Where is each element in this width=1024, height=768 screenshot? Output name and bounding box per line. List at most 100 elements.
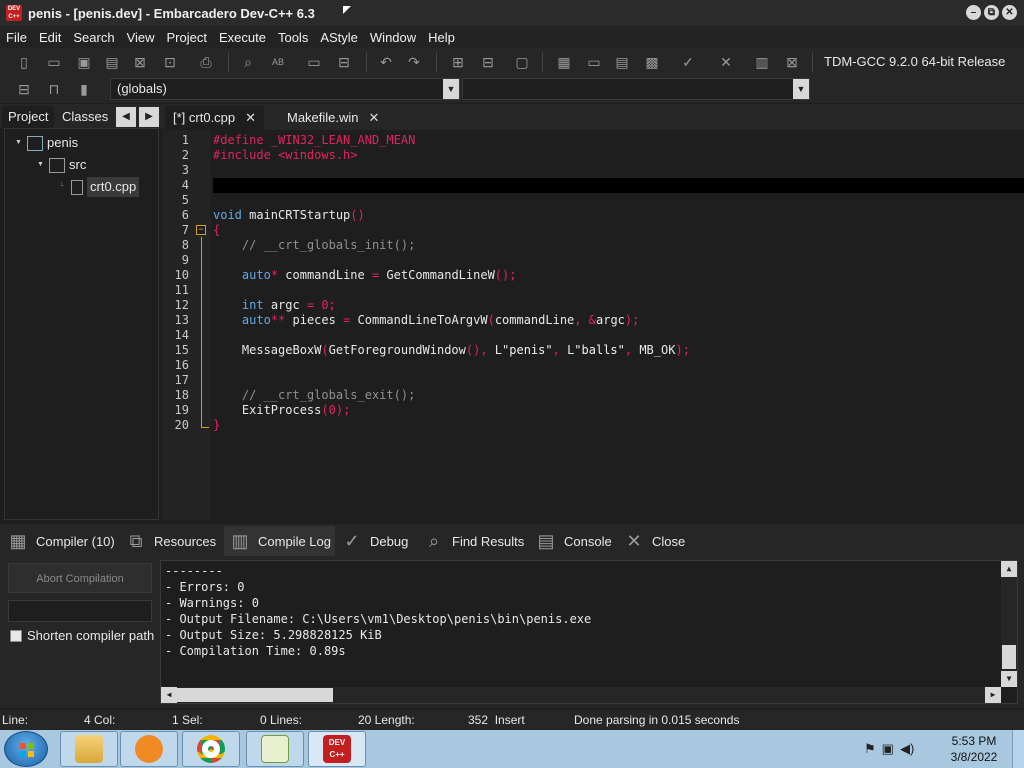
compile-log-output[interactable]: -------- - Errors: 0 - Warnings: 0 - Out… xyxy=(160,560,1018,704)
horizontal-scroll-thumb[interactable] xyxy=(177,688,333,702)
taskbar-explorer[interactable] xyxy=(60,731,118,767)
tab-scroll-left-icon[interactable]: ◀ xyxy=(116,107,136,127)
clock[interactable]: 5:53 PM 3/8/2022 xyxy=(944,733,1004,765)
menu-execute[interactable]: Execute xyxy=(213,30,272,45)
code-editor[interactable]: − 1 #define _WIN32_LEAN_AND_MEAN 2 #includ… xyxy=(163,130,1024,520)
code-line: 16 xyxy=(163,358,1024,373)
shorten-compiler-path-option[interactable]: Shorten compiler path xyxy=(10,628,154,643)
close-all-icon[interactable]: ⊡ xyxy=(158,51,182,73)
vertical-scrollbar[interactable]: ▲ ▼ xyxy=(1001,561,1017,687)
volume-icon[interactable]: ◀) xyxy=(900,741,914,757)
tree-item-label: penis xyxy=(47,135,79,150)
rebuild-all-icon[interactable]: ▩ xyxy=(640,51,664,73)
line-number: 6 xyxy=(181,208,189,222)
tab-compile-log[interactable]: ▥ Compile Log xyxy=(224,526,335,556)
tree-item-folder[interactable]: ▼ src xyxy=(37,155,86,175)
find-icon[interactable]: ⌕ xyxy=(236,51,260,73)
bookmark-icon[interactable]: ⊓ xyxy=(42,78,66,100)
shorten-path-checkbox[interactable] xyxy=(10,629,22,642)
save-icon[interactable]: ▣ xyxy=(72,51,96,73)
chevron-down-icon[interactable]: ▼ xyxy=(443,79,459,99)
console-icon: ▤ xyxy=(537,531,555,551)
tab-project[interactable]: Project xyxy=(2,106,55,128)
new-file-icon[interactable]: ▯ xyxy=(12,51,36,73)
scroll-left-icon[interactable]: ◀ xyxy=(161,687,177,703)
goto-bookmark-icon[interactable]: ▮ xyxy=(72,78,96,100)
menu-astyle[interactable]: AStyle xyxy=(314,30,364,45)
tab-classes[interactable]: Classes xyxy=(56,106,114,128)
class-scope-select[interactable]: (globals) ▼ xyxy=(110,78,460,100)
tab-scroll-right-icon[interactable]: ▶ xyxy=(139,107,159,127)
insert-code-icon[interactable]: ⊟ xyxy=(12,78,36,100)
tab-crt0-cpp[interactable]: [*] crt0.cpp ✕ xyxy=(165,106,265,130)
project-options-icon[interactable]: ▢ xyxy=(510,51,534,73)
menu-project[interactable]: Project xyxy=(161,30,213,45)
print-icon[interactable]: ⎙ xyxy=(194,51,218,73)
tab-console[interactable]: ▤ Console xyxy=(530,526,616,556)
undo-icon[interactable]: ↶ xyxy=(374,51,398,73)
menu-file[interactable]: File xyxy=(0,30,33,45)
run-icon[interactable]: ▭ xyxy=(582,51,606,73)
tab-label: Console xyxy=(564,533,612,549)
scroll-down-icon[interactable]: ▼ xyxy=(1001,671,1017,687)
tab-debug[interactable]: ✓ Debug xyxy=(336,526,412,556)
tab-close[interactable]: ✕ Close xyxy=(618,526,689,556)
profile-icon[interactable]: ▥ xyxy=(750,51,774,73)
maximize-button[interactable]: ⧉ xyxy=(984,5,999,20)
compiler-set-select[interactable]: TDM-GCC 9.2.0 64-bit Release xyxy=(818,51,1018,73)
media-player-icon xyxy=(135,735,163,763)
taskbar-chrome[interactable] xyxy=(182,731,240,767)
delete-profile-icon[interactable]: ⊠ xyxy=(780,51,804,73)
close-icon[interactable]: ✕ xyxy=(245,110,256,125)
menu-help[interactable]: Help xyxy=(422,30,461,45)
taskbar-media-player[interactable] xyxy=(120,731,178,767)
taskbar-devcpp[interactable]: DEV C++ xyxy=(308,731,366,767)
menu-window[interactable]: Window xyxy=(364,30,422,45)
menu-view[interactable]: View xyxy=(121,30,161,45)
tree-item-project[interactable]: ▼ penis xyxy=(15,133,78,153)
line-number: 11 xyxy=(174,283,189,297)
chevron-down-icon[interactable]: ▼ xyxy=(793,79,809,99)
status-message: Done parsing in 0.015 seconds xyxy=(574,713,740,727)
network-icon[interactable]: ▣ xyxy=(882,741,894,757)
tab-find-results[interactable]: ⌕ Find Results xyxy=(418,526,528,556)
syntax-check-icon[interactable]: ✓ xyxy=(676,51,700,73)
member-select[interactable]: ▼ xyxy=(462,78,810,100)
start-button[interactable] xyxy=(4,731,48,767)
tree-item-file[interactable]: └ crt0.cpp xyxy=(59,177,140,197)
menu-edit[interactable]: Edit xyxy=(33,30,67,45)
redo-icon[interactable]: ↷ xyxy=(402,51,426,73)
expand-icon[interactable]: ▼ xyxy=(37,155,46,175)
scroll-right-icon[interactable]: ▶ xyxy=(985,687,1001,703)
close-file-icon[interactable]: ⊠ xyxy=(128,51,152,73)
replace-icon[interactable]: AB xyxy=(266,51,290,73)
line-number: 16 xyxy=(174,358,189,372)
vertical-scroll-thumb[interactable] xyxy=(1002,645,1016,669)
tab-resources[interactable]: ⧉ Resources xyxy=(120,526,220,556)
remove-from-project-icon[interactable]: ⊟ xyxy=(476,51,500,73)
goto-line-icon[interactable]: ▭ xyxy=(302,51,326,73)
compile-run-icon[interactable]: ▤ xyxy=(610,51,634,73)
show-desktop-button[interactable] xyxy=(1012,730,1024,768)
save-all-icon[interactable]: ▤ xyxy=(100,51,124,73)
file-icon xyxy=(71,179,83,195)
scroll-up-icon[interactable]: ▲ xyxy=(1001,561,1017,577)
minimize-button[interactable]: – xyxy=(966,5,981,20)
abort-compilation-button[interactable]: Abort Compilation xyxy=(8,563,152,593)
open-file-icon[interactable]: ▭ xyxy=(42,51,66,73)
action-center-icon[interactable]: ⚑ xyxy=(864,741,876,757)
taskbar-notepad[interactable] xyxy=(246,731,304,767)
menu-search[interactable]: Search xyxy=(67,30,120,45)
toggle-bookmark-icon[interactable]: ⊟ xyxy=(332,51,356,73)
compile-icon[interactable]: ▦ xyxy=(552,51,576,73)
menu-tools[interactable]: Tools xyxy=(272,30,314,45)
expand-icon[interactable]: ▼ xyxy=(15,133,24,153)
stop-execution-icon[interactable]: ✕ xyxy=(714,51,738,73)
tab-compiler[interactable]: ▦ Compiler (10) xyxy=(2,526,119,556)
add-to-project-icon[interactable]: ⊞ xyxy=(446,51,470,73)
close-window-button[interactable]: ✕ xyxy=(1002,5,1017,20)
tab-makefile-win[interactable]: Makefile.win ✕ xyxy=(279,106,387,130)
horizontal-scrollbar[interactable]: ◀ ▶ xyxy=(161,687,1001,703)
close-icon[interactable]: ✕ xyxy=(369,110,380,125)
toolbar-separator xyxy=(228,52,229,72)
